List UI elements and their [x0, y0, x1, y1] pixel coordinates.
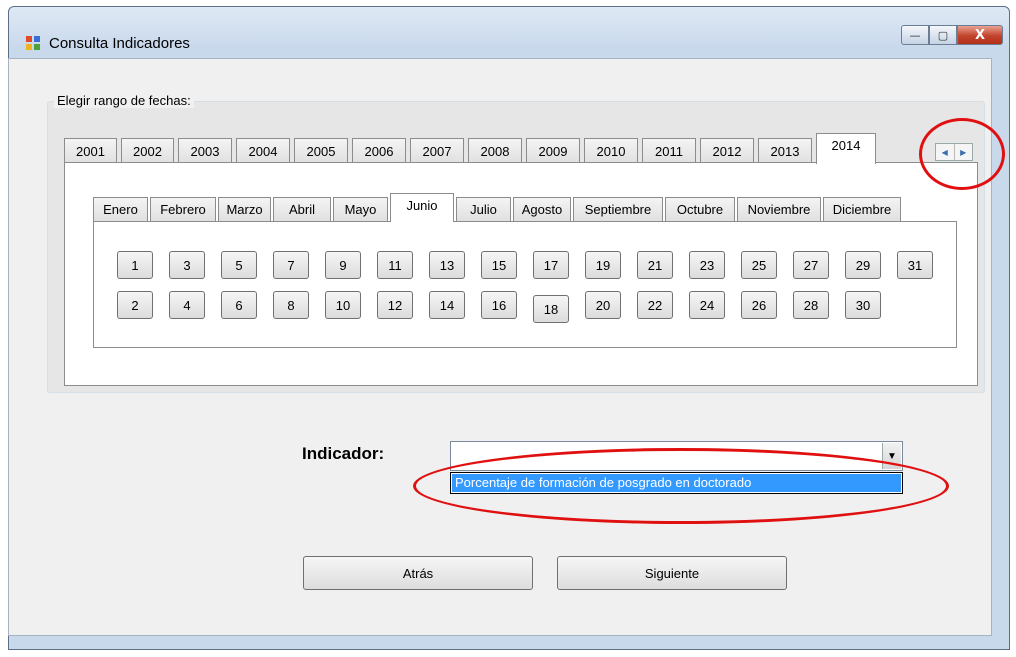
window-controls: — ▢ X: [901, 25, 1003, 45]
day-button-6[interactable]: 6: [221, 291, 257, 319]
tab-year-2004[interactable]: 2004: [236, 138, 290, 163]
tab-month-abril[interactable]: Abril: [273, 197, 331, 221]
day-button-8[interactable]: 8: [273, 291, 309, 319]
day-button-30[interactable]: 30: [845, 291, 881, 319]
back-button[interactable]: Atrás: [303, 556, 533, 590]
tab-month-diciembre[interactable]: Diciembre: [823, 197, 901, 221]
title-bar: Consulta Indicadores — ▢ X: [9, 7, 1009, 65]
day-button-28[interactable]: 28: [793, 291, 829, 319]
tab-month-octubre[interactable]: Octubre: [665, 197, 735, 221]
day-button-9[interactable]: 9: [325, 251, 361, 279]
tab-year-2005[interactable]: 2005: [294, 138, 348, 163]
tab-year-2010[interactable]: 2010: [584, 138, 638, 163]
day-button-16[interactable]: 16: [481, 291, 517, 319]
day-button-27[interactable]: 27: [793, 251, 829, 279]
day-button-22[interactable]: 22: [637, 291, 673, 319]
tab-month-enero[interactable]: Enero: [93, 197, 148, 221]
tab-month-febrero[interactable]: Febrero: [150, 197, 216, 221]
day-button-1[interactable]: 1: [117, 251, 153, 279]
tab-month-julio[interactable]: Julio: [456, 197, 511, 221]
day-button-23[interactable]: 23: [689, 251, 725, 279]
day-button-3[interactable]: 3: [169, 251, 205, 279]
tab-year-2001[interactable]: 2001: [64, 138, 117, 163]
day-button-10[interactable]: 10: [325, 291, 361, 319]
minimize-button[interactable]: —: [901, 25, 929, 45]
tab-year-2008[interactable]: 2008: [468, 138, 522, 163]
day-button-13[interactable]: 13: [429, 251, 465, 279]
app-icon: [26, 36, 40, 50]
tab-month-agosto[interactable]: Agosto: [513, 197, 571, 221]
tab-month-mayo[interactable]: Mayo: [333, 197, 388, 221]
annotation-circle-dropdown: [413, 448, 949, 524]
day-button-26[interactable]: 26: [741, 291, 777, 319]
tab-year-2011[interactable]: 2011: [642, 138, 696, 163]
tab-month-noviembre[interactable]: Noviembre: [737, 197, 821, 221]
window-title: Consulta Indicadores: [49, 35, 190, 52]
day-button-4[interactable]: 4: [169, 291, 205, 319]
day-button-29[interactable]: 29: [845, 251, 881, 279]
tab-month-junio[interactable]: Junio: [390, 193, 454, 222]
day-button-12[interactable]: 12: [377, 291, 413, 319]
close-button[interactable]: X: [957, 25, 1003, 45]
month-tab-panel: [93, 221, 957, 348]
day-button-17[interactable]: 17: [533, 251, 569, 279]
day-button-24[interactable]: 24: [689, 291, 725, 319]
tab-month-septiembre[interactable]: Septiembre: [573, 197, 663, 221]
client-area: Elegir rango de fechas: 2001 2002 2003 2…: [8, 58, 992, 636]
day-button-20[interactable]: 20: [585, 291, 621, 319]
tab-year-2009[interactable]: 2009: [526, 138, 580, 163]
day-button-2[interactable]: 2: [117, 291, 153, 319]
day-button-19[interactable]: 19: [585, 251, 621, 279]
day-button-15[interactable]: 15: [481, 251, 517, 279]
tab-year-2006[interactable]: 2006: [352, 138, 406, 163]
day-button-14[interactable]: 14: [429, 291, 465, 319]
tab-month-marzo[interactable]: Marzo: [218, 197, 271, 221]
day-button-5[interactable]: 5: [221, 251, 257, 279]
day-button-18[interactable]: 18: [533, 295, 569, 323]
tab-year-2007[interactable]: 2007: [410, 138, 464, 163]
tab-year-2002[interactable]: 2002: [121, 138, 174, 163]
day-button-21[interactable]: 21: [637, 251, 673, 279]
tab-year-2003[interactable]: 2003: [178, 138, 232, 163]
tab-year-2014[interactable]: 2014: [816, 133, 876, 164]
day-button-31[interactable]: 31: [897, 251, 933, 279]
next-button[interactable]: Siguiente: [557, 556, 787, 590]
day-button-11[interactable]: 11: [377, 251, 413, 279]
annotation-circle-scroll: [919, 118, 1005, 190]
indicator-label: Indicador:: [302, 444, 385, 463]
date-range-label: Elegir rango de fechas:: [54, 93, 194, 108]
day-button-25[interactable]: 25: [741, 251, 777, 279]
tab-year-2012[interactable]: 2012: [700, 138, 754, 163]
day-button-7[interactable]: 7: [273, 251, 309, 279]
maximize-button[interactable]: ▢: [929, 25, 957, 45]
tab-year-2013[interactable]: 2013: [758, 138, 812, 163]
